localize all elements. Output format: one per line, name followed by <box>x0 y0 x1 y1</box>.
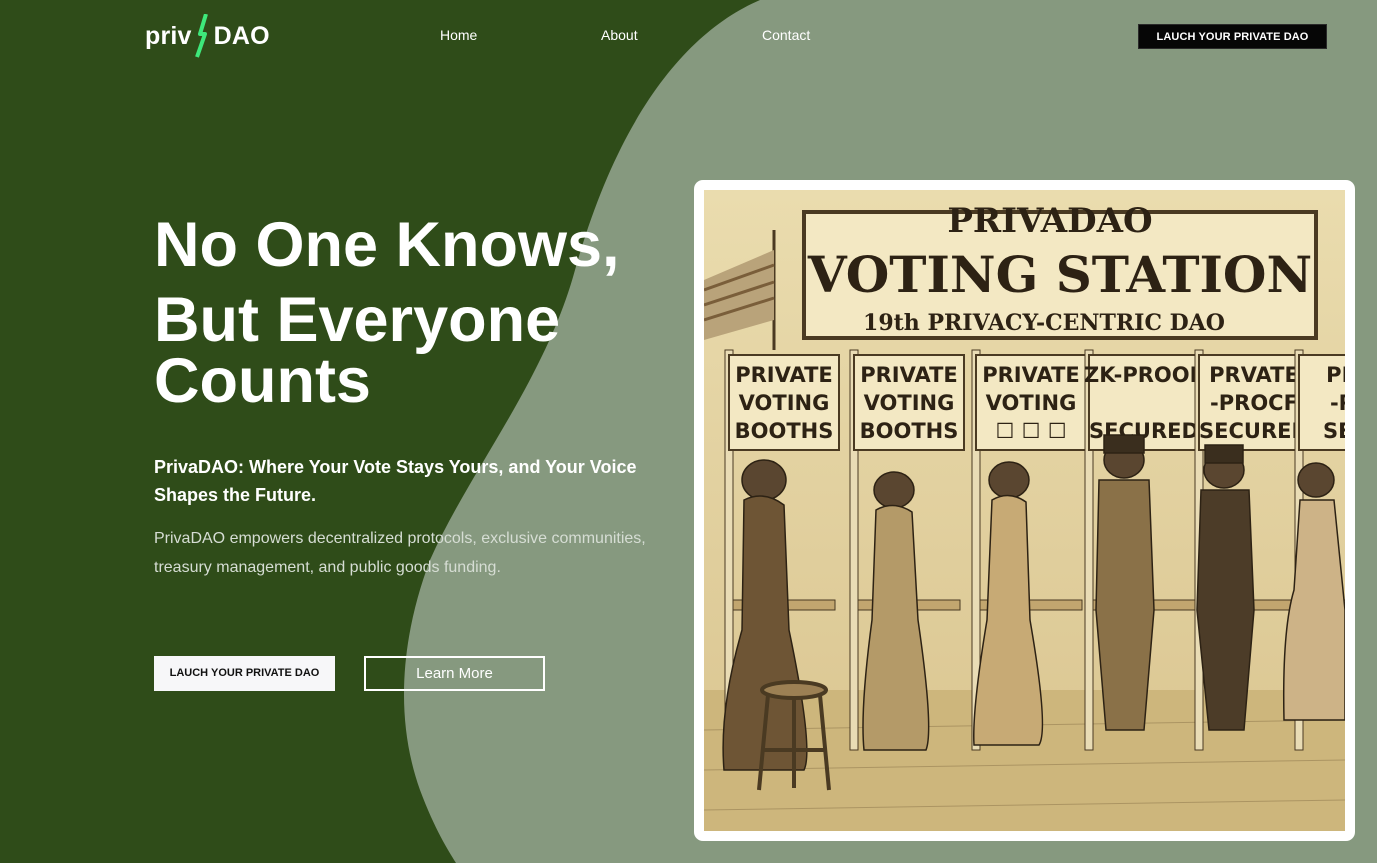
booth-sign-text: VOTING <box>864 391 955 415</box>
booth-sign-text: PRIVATE <box>860 363 958 387</box>
hero-title-line-2: But Everyone <box>154 285 561 355</box>
sign-title: PRIVADAO <box>947 201 1152 241</box>
top-navigation: priv DAO Home About Contact LAUCH YOUR P… <box>0 0 1377 72</box>
lightning-slash-icon <box>194 14 208 58</box>
hero-title-line-3: Counts <box>154 346 371 416</box>
logo[interactable]: priv DAO <box>145 14 270 58</box>
booth-sign-text: PRVATE <box>1209 363 1299 387</box>
logo-text-left: priv <box>145 21 192 50</box>
sign-main: VOTING STATION <box>807 245 1312 304</box>
launch-dao-nav-button[interactable]: LAUCH YOUR PRIVATE DAO <box>1138 24 1327 49</box>
nav-home-link[interactable]: Home <box>440 27 477 43</box>
booth-sign-text: VOTING <box>739 391 830 415</box>
sign-sub: 19th PRIVACY-CENTRIC DAO <box>863 310 1225 336</box>
launch-dao-hero-button[interactable]: LAUCH YOUR PRIVATE DAO <box>154 656 335 691</box>
booth-sign-text: PRIVATE <box>982 363 1080 387</box>
booth-sign-text: VOTING <box>986 391 1077 415</box>
booth-sign-text: SECU <box>1323 419 1345 443</box>
hero-subtitle: PrivaDAO: Where Your Vote Stays Yours, a… <box>154 457 637 505</box>
hero-description: PrivaDAO empowers decentralized protocol… <box>154 530 646 576</box>
nav-about-link[interactable]: About <box>601 27 638 43</box>
booth-sign-text: BOOTHS <box>735 419 834 443</box>
hero-illustration-frame: PRIVADAO VOTING STATION 19th PRIVACY-CEN… <box>694 180 1355 841</box>
booth-sign-text: PRIVATE <box>735 363 833 387</box>
booth-sign-text: -PRI <box>1330 391 1345 415</box>
logo-text-right: DAO <box>213 21 270 50</box>
booth-sign-text: SECURED <box>1199 419 1309 443</box>
nav-contact-link[interactable]: Contact <box>762 27 810 43</box>
booth-sign-text: PRIV <box>1326 363 1345 387</box>
booth-sign-text: BOOTHS <box>860 419 959 443</box>
voting-station-illustration: PRIVADAO VOTING STATION 19th PRIVACY-CEN… <box>704 190 1345 831</box>
learn-more-button[interactable]: Learn More <box>364 656 545 691</box>
hero-title: No One Knows, But Everyone Counts <box>154 214 674 413</box>
booth-sign-text: ☐ ☐ ☐ <box>995 419 1066 443</box>
booth-sign-text: -PROCF <box>1210 391 1298 415</box>
hero-title-line-1: No One Knows, <box>154 210 620 280</box>
booth-sign-text: ZK-PROOF <box>1084 363 1204 387</box>
